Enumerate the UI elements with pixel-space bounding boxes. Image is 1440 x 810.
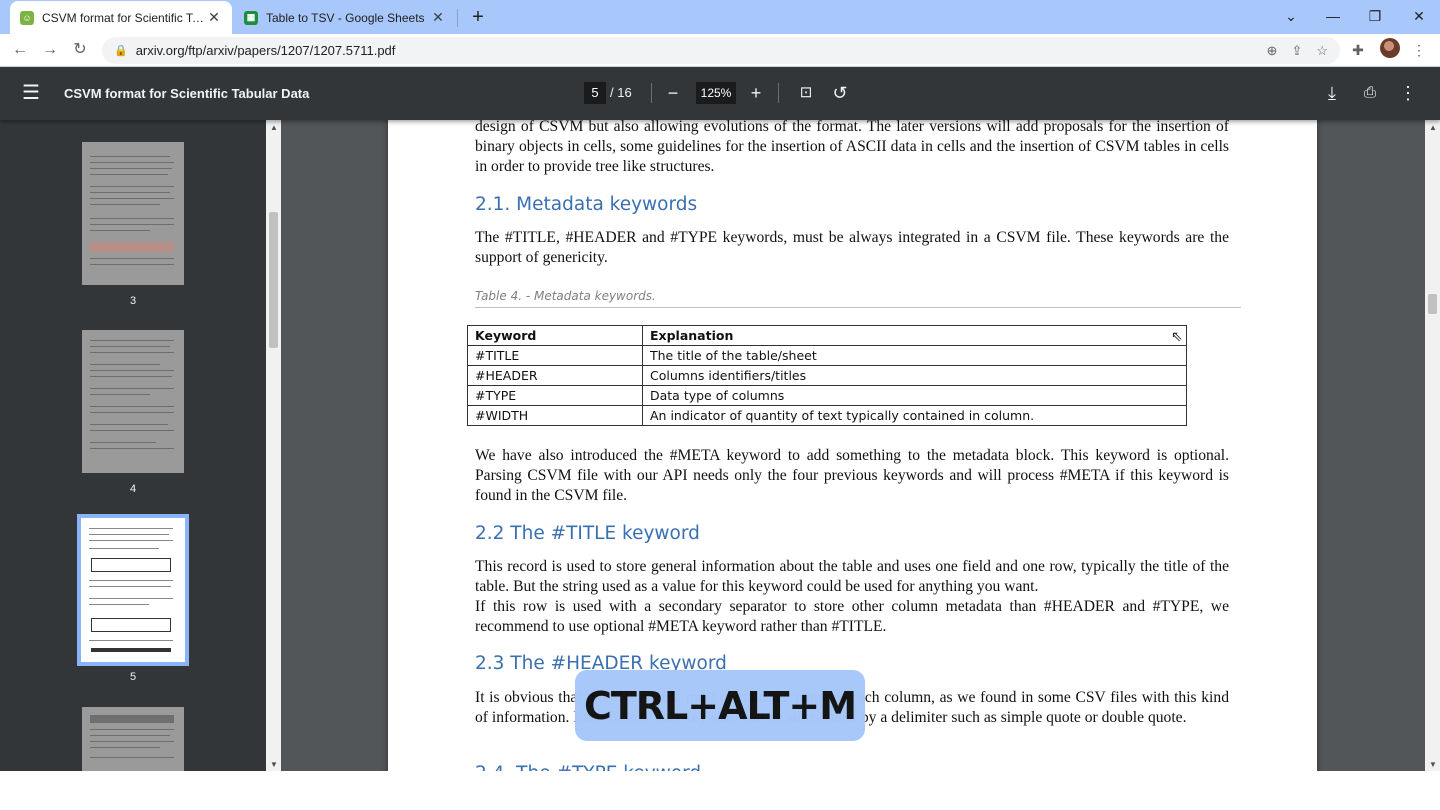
bookmark-star-icon[interactable]: ☆ <box>1316 43 1328 59</box>
keyboard-shortcut-overlay: CTRL+ALT+M <box>575 670 865 741</box>
thumbnail-page-3[interactable] <box>82 142 184 285</box>
minimize-icon[interactable]: — <box>1318 4 1348 28</box>
scroll-up-icon[interactable]: ▲ <box>1429 123 1437 132</box>
browser-toolbar: ← → ↻ 🔒 arxiv.org/ftp/arxiv/papers/1207/… <box>0 34 1440 67</box>
main-scrollbar[interactable]: ▲ ▼ <box>1425 120 1440 771</box>
table-cell: An indicator of quantity of text typical… <box>642 405 1187 426</box>
zoom-icon[interactable]: ⊕ <box>1267 43 1278 59</box>
table-cell: #TITLE <box>467 345 643 366</box>
table-row: #WIDTH An indicator of quantity of text … <box>467 405 1187 426</box>
paragraph: We have also introduced the #META keywor… <box>475 447 1229 504</box>
section-heading: 2.1. Metadata keywords <box>475 194 698 215</box>
csvm-favicon-icon: ☺ <box>20 10 34 25</box>
thumbnail-page-4[interactable] <box>82 330 184 473</box>
table-cell: #HEADER <box>467 365 643 386</box>
url-text: arxiv.org/ftp/arxiv/papers/1207/1207.571… <box>135 43 396 58</box>
paragraph: This record is used to store general inf… <box>475 558 1229 595</box>
tab-strip: ☺ CSVM format for Scientific Tabular Dat… <box>0 0 1440 34</box>
table-caption: Table 4. - Metadata keywords. <box>475 289 656 303</box>
thumbnail-page-5[interactable] <box>77 514 189 666</box>
thumbnail-page-6[interactable] <box>82 707 184 771</box>
share-icon[interactable]: ⇪ <box>1291 43 1302 59</box>
profile-avatar[interactable] <box>1380 38 1400 58</box>
fit-to-page-icon[interactable]: ⊡ <box>794 81 818 105</box>
table-cell: #WIDTH <box>467 405 643 426</box>
sheets-favicon-icon: ▦ <box>244 10 258 25</box>
page-total: / 16 <box>610 85 632 100</box>
scroll-down-icon[interactable]: ▼ <box>270 760 278 769</box>
zoom-level-input[interactable]: 125% <box>696 82 736 104</box>
download-icon[interactable]: ⤓ <box>1320 81 1344 105</box>
document-title: CSVM format for Scientific Tabular Data <box>64 86 310 101</box>
metadata-keywords-table: Keyword Explanation #TITLE The title of … <box>467 325 1187 426</box>
more-options-icon[interactable]: ⋮ <box>1396 81 1420 105</box>
zoom-in-icon[interactable]: + <box>744 81 768 105</box>
browser-window: ☺ CSVM format for Scientific Tabular Dat… <box>0 0 1440 810</box>
scroll-down-icon[interactable]: ▼ <box>1429 760 1437 769</box>
bottom-margin <box>0 771 1440 810</box>
hamburger-menu-icon[interactable]: ☰ <box>22 82 40 104</box>
table-cell: Columns identifiers/titles <box>642 365 1187 386</box>
sidebar-scroll-thumb[interactable] <box>269 212 278 348</box>
table-cell: Data type of columns <box>642 385 1187 406</box>
close-icon[interactable]: ✕ <box>206 9 222 26</box>
thumbnail-label: 5 <box>129 671 137 683</box>
tab-separator <box>457 9 458 27</box>
tab-sheets[interactable]: ▦ Table to TSV - Google Sheets ✕ <box>234 1 456 34</box>
toolbar-divider <box>651 83 652 103</box>
extensions-puzzle-icon[interactable]: ✚ <box>1347 39 1369 61</box>
print-icon[interactable]: ⎙ <box>1358 81 1382 105</box>
back-arrow-icon[interactable]: ← <box>8 38 32 62</box>
scroll-up-icon[interactable]: ▲ <box>270 123 278 132</box>
thumbnail-sidebar: 3 4 5 <box>0 120 266 771</box>
address-bar[interactable]: 🔒 arxiv.org/ftp/arxiv/papers/1207/1207.5… <box>102 37 1340 64</box>
table-row: #TITLE The title of the table/sheet <box>467 345 1187 366</box>
new-tab-button[interactable]: + <box>466 5 490 29</box>
lock-icon: 🔒 <box>114 45 128 57</box>
tab-search-icon[interactable]: ⌄ <box>1276 4 1306 28</box>
paragraph: If this row is used with a secondary sep… <box>475 598 1229 635</box>
mouse-cursor-icon: ⇖ <box>1171 328 1183 344</box>
main-scroll-thumb[interactable] <box>1428 294 1437 314</box>
sidebar-scrollbar[interactable]: ▲ ▼ <box>266 120 281 771</box>
table-header-cell: Keyword <box>467 325 643 346</box>
thumbnail-label: 3 <box>129 295 137 307</box>
table-header-cell: Explanation <box>642 325 1187 346</box>
zoom-out-icon[interactable]: − <box>661 81 685 105</box>
table-row: #HEADER Columns identifiers/titles <box>467 365 1187 386</box>
tab-csvm[interactable]: ☺ CSVM format for Scientific Tabular Dat… <box>10 1 232 34</box>
intro-paragraph: design of CSVM but also allowing evoluti… <box>475 120 1229 175</box>
tab-title: Table to TSV - Google Sheets <box>266 10 425 25</box>
toolbar-divider <box>778 83 779 103</box>
tab-title: CSVM format for Scientific Tabular Data <box>42 10 206 25</box>
close-icon[interactable]: ✕ <box>430 9 446 26</box>
forward-arrow-icon[interactable]: → <box>38 38 62 62</box>
table-cell: The title of the table/sheet <box>642 345 1187 366</box>
section-heading: 2.2 The #TITLE keyword <box>475 523 700 544</box>
thumbnail-label: 4 <box>129 483 137 495</box>
table-cell: #TYPE <box>467 385 643 406</box>
close-window-icon[interactable]: ✕ <box>1404 4 1434 28</box>
table-row: #TYPE Data type of columns <box>467 385 1187 406</box>
page-number-input[interactable]: 5 <box>584 82 606 104</box>
section-heading: 2.4. The #TYPE keyword <box>475 763 701 771</box>
table-header-row: Keyword Explanation <box>467 325 1187 346</box>
pdf-toolbar: ☰ CSVM format for Scientific Tabular Dat… <box>0 67 1440 120</box>
paragraph: The #TITLE, #HEADER and #TYPE keywords, … <box>475 229 1229 266</box>
rotate-icon[interactable]: ↺ <box>828 81 852 105</box>
caption-rule <box>475 307 1241 308</box>
reload-icon[interactable]: ↻ <box>68 38 92 62</box>
restore-icon[interactable]: ❐ <box>1360 4 1390 28</box>
browser-menu-icon[interactable]: ⋮ <box>1408 39 1430 61</box>
